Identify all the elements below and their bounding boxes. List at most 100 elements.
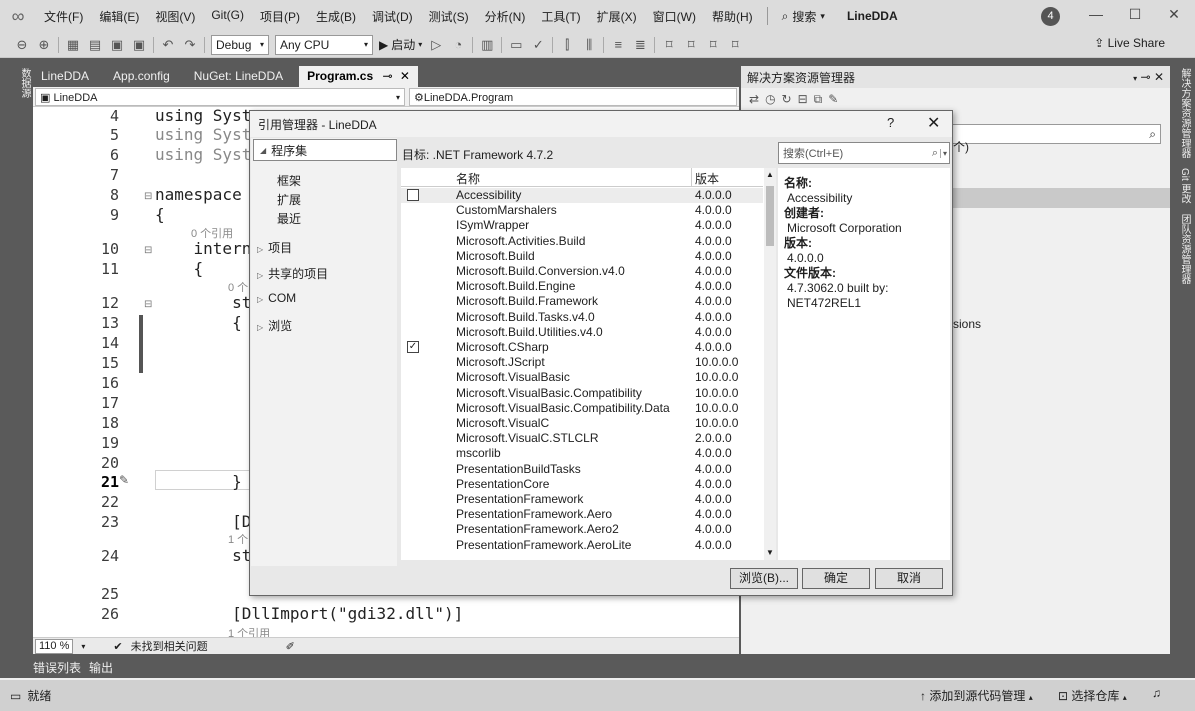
table-row[interactable]: Microsoft.Build.Framework 4.0.0.0	[401, 294, 763, 309]
pin-icon[interactable]: ⊸	[1141, 70, 1151, 84]
table-row[interactable]: mscorlib 4.0.0.0	[401, 446, 763, 461]
team-explorer-side-tab[interactable]: 团队资源管理器	[1177, 214, 1192, 284]
minimize-button[interactable]: —	[1086, 6, 1106, 22]
scroll-up-icon[interactable]: ▲	[766, 170, 774, 179]
code-line[interactable]: namespace L	[155, 185, 261, 204]
list-scrollbar[interactable]: ▲ ▼	[764, 168, 776, 560]
menu-item[interactable]: 视图(V)	[147, 8, 203, 25]
code-line[interactable]: }	[155, 472, 242, 491]
undo-icon[interactable]: ↶	[160, 37, 176, 53]
chevron-down-icon[interactable]: ▾	[939, 148, 947, 158]
browse-button[interactable]: 浏览(B)...	[730, 568, 798, 589]
pin-icon[interactable]: ⊸	[383, 69, 393, 83]
table-row[interactable]: Microsoft.VisualBasic.Compatibility 10.0.…	[401, 386, 763, 401]
zoom-select[interactable]: 110 %	[35, 638, 74, 654]
project-nav-select[interactable]: ▣ LineDDA ▾	[35, 88, 405, 106]
code-line[interactable]: interna	[155, 239, 261, 258]
menu-item[interactable]: Git(G)	[203, 8, 252, 25]
tab-linedda[interactable]: LineDDA	[33, 66, 97, 87]
menu-item[interactable]: 编辑(E)	[91, 8, 147, 25]
close-dialog-button[interactable]: ✕	[927, 113, 940, 133]
data-sources-tab[interactable]: 数据源	[0, 58, 32, 663]
tree-item-recent[interactable]: 最近	[277, 210, 301, 227]
refresh-icon[interactable]: ↻	[782, 92, 792, 106]
tab-error-list[interactable]: 错误列表	[33, 659, 81, 676]
code-line[interactable]: {	[155, 205, 165, 224]
issues-status[interactable]: 未找到相关问题	[131, 638, 208, 654]
table-row[interactable]: ISymWrapper 4.0.0.0	[401, 218, 763, 233]
reference-count[interactable]: 0 个引用	[191, 225, 233, 241]
tree-item-framework[interactable]: 框架	[277, 172, 301, 189]
switch-views-icon[interactable]: ⇄	[749, 92, 759, 106]
code-line[interactable]: st	[155, 546, 251, 565]
code-line[interactable]: using Syst	[155, 145, 251, 164]
scroll-down-icon[interactable]: ▼	[766, 548, 774, 557]
start-button[interactable]: ▶ 启动 ▾	[379, 36, 422, 53]
platform-select[interactable]: Any CPU ▾	[275, 34, 373, 55]
table-row[interactable]: CustomMarshalers 4.0.0.0	[401, 203, 763, 218]
tab-nuget[interactable]: NuGet: LineDDA	[186, 66, 291, 87]
reference-checkbox[interactable]	[407, 189, 419, 201]
column-name-header[interactable]: 名称	[456, 170, 480, 187]
table-row[interactable]: PresentationFramework.Aero 4.0.0.0	[401, 507, 763, 522]
show-all-files-icon[interactable]: ⧉	[814, 92, 823, 107]
code-line[interactable]: {	[155, 313, 242, 332]
menu-item[interactable]: 文件(F)	[36, 8, 91, 25]
close-tab-icon[interactable]: ✕	[400, 69, 410, 83]
class-nav-select[interactable]: ⚙LineDDA.Program	[409, 88, 737, 106]
table-row[interactable]: PresentationCore 4.0.0.0	[401, 477, 763, 492]
table-row[interactable]: Microsoft.VisualBasic.Compatibility.Data…	[401, 401, 763, 416]
reference-count[interactable]: 0 个	[228, 279, 248, 295]
solution-icon[interactable]: ▥	[479, 37, 495, 53]
live-share-button[interactable]: ⇪ Live Share	[1094, 36, 1165, 50]
close-icon[interactable]: ✕	[1154, 70, 1164, 84]
ok-button[interactable]: 确定	[802, 568, 870, 589]
reference-count[interactable]: 1 个引用	[228, 625, 270, 637]
tree-item-com[interactable]: ▷ COM	[257, 291, 296, 305]
help-button[interactable]: ?	[887, 115, 894, 130]
maximize-button[interactable]: ☐	[1125, 6, 1145, 23]
next-bookmark-icon[interactable]: ⌑	[705, 37, 721, 53]
code-line[interactable]: [D	[155, 512, 251, 531]
new-project-icon[interactable]: ▦	[65, 37, 81, 53]
uncomment-icon[interactable]: ≣	[632, 37, 648, 53]
fold-icon[interactable]: ⊟	[144, 299, 152, 310]
table-row[interactable]: PresentationBuildTasks 4.0.0.0	[401, 462, 763, 477]
menu-item[interactable]: 帮助(H)	[704, 8, 761, 25]
select-repo[interactable]: ⊡ 选择仓库 ▴	[1058, 687, 1127, 704]
code-line[interactable]: using Syst	[155, 107, 251, 125]
layout-icon[interactable]: ▭	[508, 37, 524, 53]
properties-icon[interactable]: ✎	[828, 92, 838, 106]
menu-item[interactable]: 窗口(W)	[645, 8, 704, 25]
prev-bookmark-icon[interactable]: ⌑	[683, 37, 699, 53]
add-to-source-control[interactable]: ↑ 添加到源代码管理 ▴	[920, 687, 1033, 704]
solution-search-input[interactable]: ⌕	[951, 124, 1161, 144]
table-row[interactable]: PresentationFramework.AeroLite 4.0.0.0	[401, 538, 763, 553]
code-line[interactable]: [DllImport("gdi32.dll")]	[155, 604, 463, 623]
spellcheck-icon[interactable]: ✓	[530, 37, 546, 53]
table-row[interactable]: Microsoft.JScript 10.0.0.0	[401, 355, 763, 370]
menu-item[interactable]: 工具(T)	[533, 8, 588, 25]
clear-bookmarks-icon[interactable]: ⌑	[727, 37, 743, 53]
collapse-all-icon[interactable]: ⊟	[798, 92, 808, 106]
save-all-icon[interactable]: ▣	[131, 37, 147, 53]
notifications-icon[interactable]: ♫	[1152, 686, 1161, 700]
tree-item-projects[interactable]: ▷ 项目	[257, 239, 292, 256]
table-row[interactable]: Accessibility 4.0.0.0	[401, 188, 763, 203]
table-row[interactable]: Microsoft.VisualC 10.0.0.0	[401, 416, 763, 431]
tree-item-shared-projects[interactable]: ▷ 共享的项目	[257, 265, 328, 282]
save-icon[interactable]: ▣	[109, 37, 125, 53]
cancel-button[interactable]: 取消	[875, 568, 943, 589]
column-version-header[interactable]: 版本	[695, 170, 719, 187]
forward-icon[interactable]: ⊕	[36, 37, 52, 53]
tree-item-assemblies[interactable]: ◢ 程序集	[253, 139, 397, 161]
tree-item-extensions[interactable]: 扩展	[277, 191, 301, 208]
back-icon[interactable]: ⊖	[14, 37, 30, 53]
comment-icon[interactable]: ≡	[610, 37, 626, 53]
reference-count[interactable]: 1 个	[228, 531, 248, 547]
solution-explorer-side-tab[interactable]: 解决方案资源管理器	[1177, 68, 1192, 158]
table-row[interactable]: Microsoft.Build.Engine 4.0.0.0	[401, 279, 763, 294]
start-without-debug-icon[interactable]: ▷	[428, 37, 444, 53]
code-line[interactable]: st	[155, 293, 251, 312]
search-menu[interactable]: ⌕ 搜索 ▾	[774, 8, 833, 25]
